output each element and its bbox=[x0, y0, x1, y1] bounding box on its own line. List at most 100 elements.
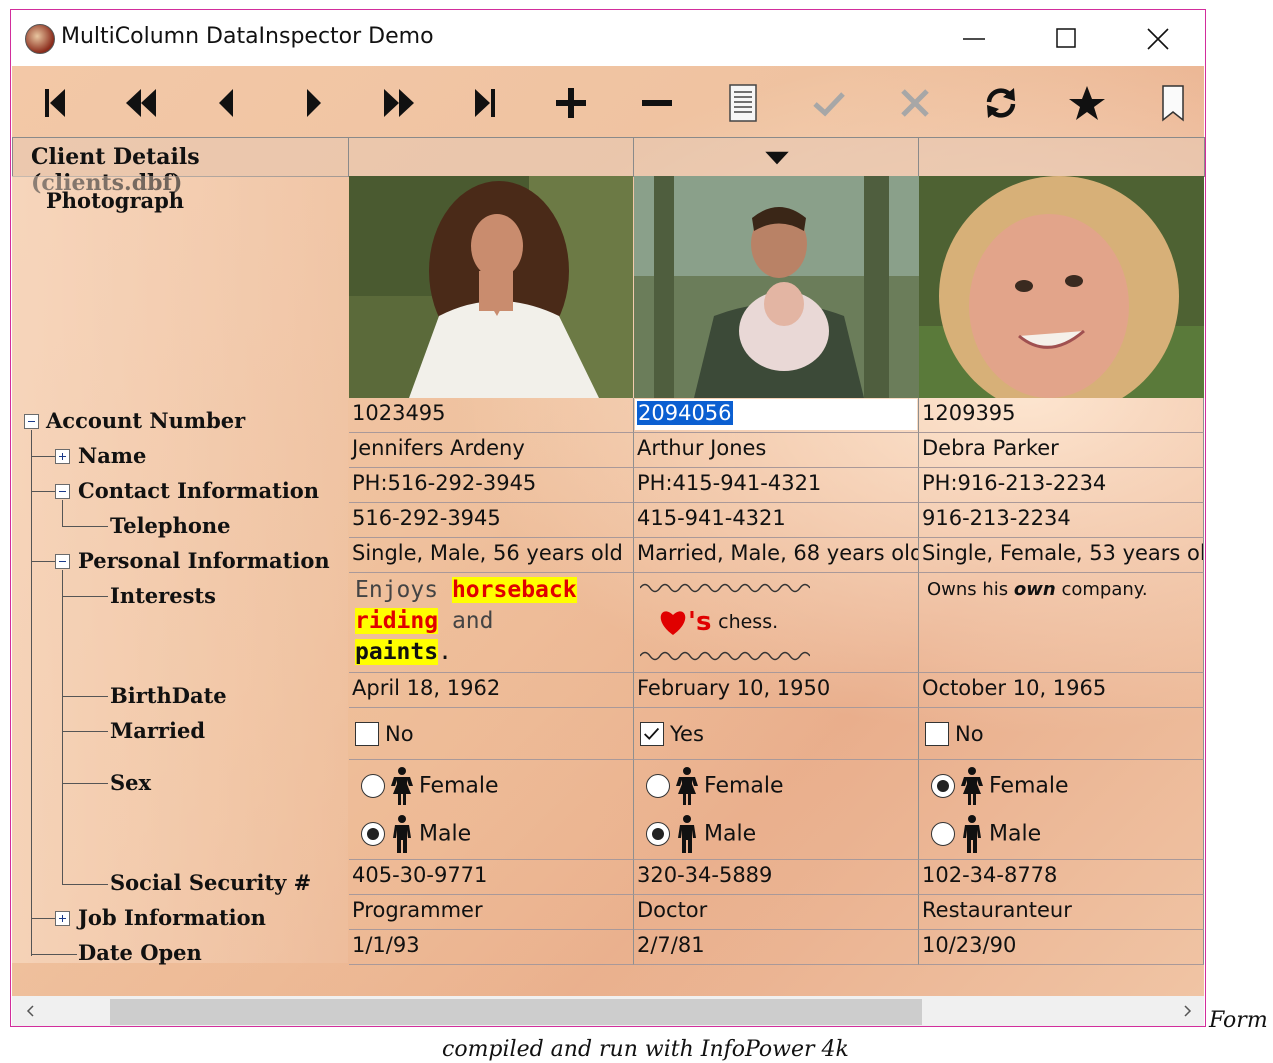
male-radio[interactable] bbox=[646, 822, 670, 846]
cell-contact-3[interactable]: PH:916-213-2234 bbox=[919, 468, 1204, 503]
minimize-button[interactable] bbox=[951, 16, 997, 62]
label-sex: Sex bbox=[110, 770, 152, 795]
next-page-icon bbox=[384, 89, 414, 117]
cell-ssn-1[interactable]: 405-30-9771 bbox=[349, 860, 634, 895]
cell-job-2[interactable]: Doctor bbox=[634, 895, 919, 930]
favorite-icon bbox=[1069, 86, 1105, 120]
refresh-button[interactable] bbox=[978, 80, 1024, 126]
ornament-divider-top bbox=[640, 583, 810, 593]
post-record-button[interactable] bbox=[806, 80, 852, 126]
male-radio[interactable] bbox=[931, 822, 955, 846]
female-radio[interactable] bbox=[646, 774, 670, 798]
married-checkbox[interactable] bbox=[640, 722, 664, 746]
photo-record-2[interactable] bbox=[634, 176, 919, 398]
collapse-contact-icon[interactable] bbox=[55, 484, 70, 499]
cell-sex-1[interactable]: Female Male bbox=[349, 760, 634, 860]
cell-job-3[interactable]: Restauranteur bbox=[919, 895, 1204, 930]
next-record-button[interactable] bbox=[290, 80, 336, 126]
cell-sex-3[interactable]: Female Male bbox=[919, 760, 1204, 860]
cell-married-2[interactable]: Yes bbox=[634, 708, 919, 760]
photo-record-3[interactable] bbox=[919, 176, 1204, 398]
column-header-3[interactable] bbox=[918, 137, 1205, 177]
close-button[interactable] bbox=[1135, 16, 1181, 62]
active-column-indicator-icon bbox=[765, 151, 789, 165]
cell-name-1[interactable]: Jennifers Ardeny bbox=[349, 433, 634, 468]
post-icon bbox=[813, 92, 845, 117]
next-icon bbox=[307, 89, 321, 117]
married-checkbox[interactable] bbox=[925, 722, 949, 746]
male-person-icon bbox=[678, 815, 696, 853]
cell-married-1[interactable]: No bbox=[349, 708, 634, 760]
cell-account-2[interactable]: 2094056 bbox=[634, 398, 919, 433]
expand-job-icon[interactable] bbox=[55, 911, 70, 926]
account-edit-field[interactable]: 2094056 bbox=[637, 401, 733, 425]
collapse-account-icon[interactable] bbox=[24, 414, 39, 429]
favorite-button[interactable] bbox=[1064, 80, 1110, 126]
expand-name-icon[interactable] bbox=[55, 449, 70, 464]
cell-ssn-2[interactable]: 320-34-5889 bbox=[634, 860, 919, 895]
cell-telephone-2[interactable]: 415-941-4321 bbox=[634, 503, 919, 538]
cell-personal-1[interactable]: Single, Male, 56 years old bbox=[349, 538, 634, 573]
cell-birthdate-3[interactable]: October 10, 1965 bbox=[919, 673, 1204, 708]
cell-date-open-3[interactable]: 10/23/90 bbox=[919, 930, 1204, 965]
cell-account-1[interactable]: 1023495 bbox=[349, 398, 634, 433]
collapse-personal-icon[interactable] bbox=[55, 554, 70, 569]
male-radio[interactable] bbox=[361, 822, 385, 846]
cell-name-3[interactable]: Debra Parker bbox=[919, 433, 1204, 468]
edit-record-button[interactable] bbox=[720, 80, 766, 126]
app-window: MultiColumn DataInspector Demo Client De… bbox=[10, 9, 1206, 1027]
photograph-man-with-baby-image bbox=[634, 176, 919, 398]
cell-birthdate-1[interactable]: April 18, 1962 bbox=[349, 673, 634, 708]
label-birthdate: BirthDate bbox=[110, 683, 227, 708]
caption-form: Form bbox=[1209, 1008, 1268, 1033]
cell-interests-1[interactable]: Enjoys horseback riding and paints. bbox=[349, 573, 634, 673]
cell-married-3[interactable]: No bbox=[919, 708, 1204, 760]
insert-record-button[interactable] bbox=[548, 80, 594, 126]
cell-contact-1[interactable]: PH:516-292-3945 bbox=[349, 468, 634, 503]
maximize-button[interactable] bbox=[1043, 16, 1089, 62]
cancel-edit-button[interactable] bbox=[892, 80, 938, 126]
maximize-icon bbox=[1056, 28, 1076, 48]
first-record-button[interactable] bbox=[32, 80, 78, 126]
scroll-right-icon bbox=[1184, 1005, 1192, 1017]
label-telephone: Telephone bbox=[110, 513, 231, 538]
cell-interests-2[interactable]: 's chess. bbox=[634, 573, 919, 673]
cell-personal-3[interactable]: Single, Female, 53 years old bbox=[919, 538, 1204, 573]
photo-record-1[interactable] bbox=[349, 176, 633, 398]
delete-record-button[interactable] bbox=[634, 80, 680, 126]
label-contact-information: Contact Information bbox=[78, 478, 320, 503]
cell-interests-3[interactable]: Owns his own company. bbox=[919, 573, 1204, 673]
label-job-information: Job Information bbox=[78, 905, 266, 930]
next-page-button[interactable] bbox=[376, 80, 422, 126]
scroll-left-icon bbox=[26, 1005, 34, 1017]
column-header-2[interactable] bbox=[633, 137, 919, 177]
cell-date-open-1[interactable]: 1/1/93 bbox=[349, 930, 634, 965]
label-date-open: Date Open bbox=[78, 940, 202, 965]
cell-name-2[interactable]: Arthur Jones bbox=[634, 433, 919, 468]
married-checkbox[interactable] bbox=[355, 722, 379, 746]
cell-birthdate-2[interactable]: February 10, 1950 bbox=[634, 673, 919, 708]
scrollbar-thumb[interactable] bbox=[110, 999, 922, 1025]
bookmark-button[interactable] bbox=[1150, 80, 1196, 126]
cell-sex-2[interactable]: Female Male bbox=[634, 760, 919, 860]
last-record-button[interactable] bbox=[462, 80, 508, 126]
cell-telephone-3[interactable]: 916-213-2234 bbox=[919, 503, 1204, 538]
column-header-1[interactable] bbox=[348, 137, 634, 177]
cell-job-1[interactable]: Programmer bbox=[349, 895, 634, 930]
female-radio[interactable] bbox=[361, 774, 385, 798]
prior-icon bbox=[219, 89, 233, 117]
horizontal-scrollbar[interactable] bbox=[12, 996, 1204, 1026]
cell-telephone-1[interactable]: 516-292-3945 bbox=[349, 503, 634, 538]
field-label-column: Photograph Account Number Name Contact I… bbox=[12, 176, 348, 965]
cell-ssn-3[interactable]: 102-34-8778 bbox=[919, 860, 1204, 895]
prior-record-button[interactable] bbox=[204, 80, 250, 126]
prior-page-button[interactable] bbox=[118, 80, 164, 126]
prior-page-icon bbox=[126, 89, 156, 117]
cell-contact-2[interactable]: PH:415-941-4321 bbox=[634, 468, 919, 503]
cell-date-open-2[interactable]: 2/7/81 bbox=[634, 930, 919, 965]
cell-personal-2[interactable]: Married, Male, 68 years old bbox=[634, 538, 919, 573]
cell-account-3[interactable]: 1209395 bbox=[919, 398, 1204, 433]
grid-title-header: Client Details (clients.dbf) bbox=[12, 137, 349, 196]
female-radio[interactable] bbox=[931, 774, 955, 798]
label-account-number: Account Number bbox=[46, 408, 246, 433]
